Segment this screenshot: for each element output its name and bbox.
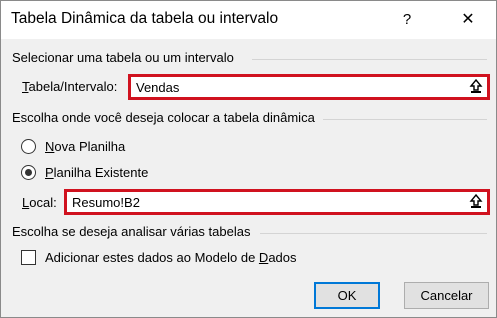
collapse-dialog-icon[interactable] <box>467 194 485 209</box>
existing-sheet-label[interactable]: Planilha Existente <box>45 165 148 180</box>
data-model-checkbox[interactable] <box>21 250 36 265</box>
new-sheet-label[interactable]: Nova Planilha <box>45 139 125 154</box>
ok-button[interactable]: OK <box>314 282 380 309</box>
cancel-button[interactable]: Cancelar <box>404 282 489 309</box>
new-sheet-radio[interactable] <box>21 139 36 154</box>
pivot-table-dialog: Tabela Dinâmica da tabela ou intervalo ?… <box>0 0 497 318</box>
local-value: Resumo!B2 <box>72 195 140 210</box>
select-range-heading: Selecionar uma tabela ou um intervalo <box>12 50 234 65</box>
table-range-label: Tabela/Intervalo: <box>22 79 118 94</box>
local-input[interactable]: Resumo!B2 <box>64 189 490 215</box>
collapse-dialog-icon[interactable] <box>467 79 485 94</box>
existing-sheet-radio[interactable] <box>21 165 36 180</box>
data-model-label[interactable]: Adicionar estes dados ao Modelo de Dados <box>45 250 297 265</box>
table-range-input[interactable]: Vendas <box>128 74 490 100</box>
table-range-value: Vendas <box>136 80 180 95</box>
dialog-title: Tabela Dinâmica da tabela ou intervalo <box>11 10 279 27</box>
divider <box>323 119 487 120</box>
divider <box>260 233 487 234</box>
close-button[interactable]: ✕ <box>453 6 483 34</box>
title-bar: Tabela Dinâmica da tabela ou intervalo ?… <box>1 1 496 39</box>
location-heading: Escolha onde você deseja colocar a tabel… <box>12 110 315 125</box>
local-label: Local: <box>22 195 57 210</box>
help-button[interactable]: ? <box>392 6 422 34</box>
close-icon: ✕ <box>461 11 475 28</box>
divider <box>252 59 487 60</box>
multiple-tables-heading: Escolha se deseja analisar várias tabela… <box>12 224 251 239</box>
